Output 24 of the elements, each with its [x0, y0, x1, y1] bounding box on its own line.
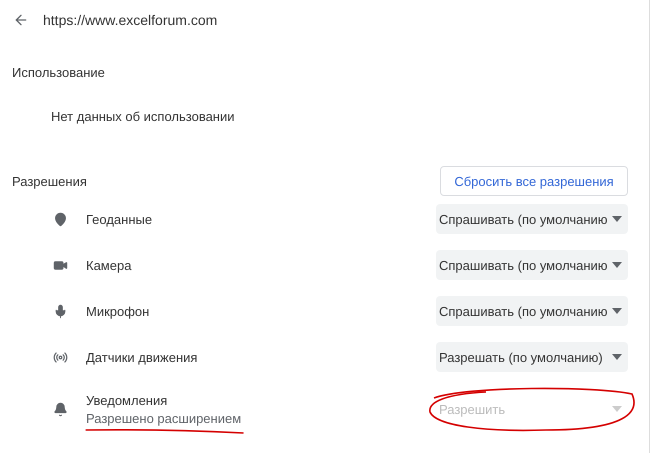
- caret-icon: [612, 406, 622, 412]
- bell-icon: [52, 402, 68, 416]
- permission-label: Микрофон: [86, 304, 150, 318]
- permission-dropdown[interactable]: Спрашивать (по умолчанию: [436, 250, 628, 280]
- permission-note: Разрешено расширением: [86, 410, 242, 426]
- permission-dropdown[interactable]: Спрашивать (по умолчанию: [436, 296, 628, 326]
- permission-label: Камера: [86, 258, 132, 272]
- signal-waves-icon: [52, 350, 68, 364]
- permission-dropdown[interactable]: Разрешать (по умолчанию): [436, 342, 628, 372]
- caret-icon: [612, 216, 622, 222]
- caret-icon: [612, 308, 622, 314]
- microphone-icon: [52, 304, 68, 318]
- site-url: https://www.excelforum.com: [43, 12, 218, 28]
- caret-icon: [612, 262, 622, 268]
- section-title: Использование: [12, 64, 105, 80]
- location-pin-icon: [52, 212, 68, 226]
- caret-icon: [612, 354, 622, 360]
- section-title: Разрешения: [12, 174, 87, 188]
- permission-dropdown[interactable]: Спрашивать (по умолчанию: [436, 204, 628, 234]
- reset-permissions-button[interactable]: Сбросить все разрешения: [440, 166, 628, 196]
- permission-label: Уведомления: [86, 392, 168, 408]
- permission-label: Датчики движения: [86, 350, 198, 364]
- permission-label: Геоданные: [86, 212, 154, 226]
- usage-text: Нет данных об использовании: [51, 108, 235, 124]
